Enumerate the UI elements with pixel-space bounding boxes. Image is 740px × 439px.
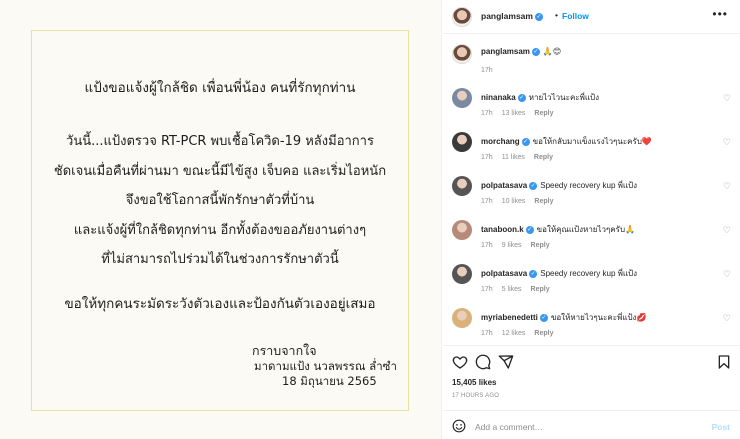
reply-button[interactable]: Reply xyxy=(534,330,553,337)
comment-text: ขอให้คุณแป้งหายไวๆครับ🙏 xyxy=(536,225,635,234)
reply-button[interactable]: Reply xyxy=(534,110,553,117)
action-bar xyxy=(443,345,740,375)
author-username-text[interactable]: panglamsam xyxy=(481,11,533,21)
comment-avatar[interactable] xyxy=(452,308,472,328)
add-comment-bar: Add a comment… Post xyxy=(443,410,740,439)
caption-meta: 17h xyxy=(481,67,502,74)
comment-meta: 17h 11 likes Reply xyxy=(481,154,562,161)
comment-likes[interactable]: 10 likes xyxy=(502,198,526,205)
comment-text: ขอให้กลับมาแข็งแรงไวๆนะครับ❤️ xyxy=(532,137,652,146)
comment-like-heart-icon[interactable]: ♡ xyxy=(723,181,731,192)
comment-likes[interactable]: 9 likes xyxy=(502,242,522,249)
post-panel: panglamsam ✓ • Follow ••• panglamsam ✓ 🙏😊 1… xyxy=(443,0,740,439)
comment-text: ขอให้หายไวๆนะคะพี่แป้ง💋 xyxy=(550,313,647,322)
comment-username[interactable]: polpatasava xyxy=(481,269,527,278)
announcement-letter: แป้งขอแจ้งผู้ใกล้ชิด เพื่อนพี่น้อง คนที่… xyxy=(31,30,409,411)
caption-avatar[interactable] xyxy=(452,44,472,64)
bookmark-save-icon[interactable] xyxy=(716,354,732,370)
letter-line-1: แป้งขอแจ้งผู้ใกล้ชิด เพื่อนพี่น้อง คนที่… xyxy=(84,80,356,96)
verified-badge-icon: ✓ xyxy=(521,137,530,146)
reply-button[interactable]: Reply xyxy=(534,198,553,205)
header-separator: • xyxy=(555,10,558,20)
comment-text: Speedy recovery kup พี่แป้ง xyxy=(540,269,638,278)
verified-badge-icon: ✓ xyxy=(529,269,538,278)
comment-avatar[interactable] xyxy=(452,176,472,196)
post-header: panglamsam ✓ • Follow ••• xyxy=(443,0,740,34)
verified-badge-icon: ✓ xyxy=(539,313,548,322)
comment-time: 17h xyxy=(481,110,493,117)
letter-line-5: และแจ้งผู้ที่ใกล้ชิดทุกท่าน อีกทั้งต้องข… xyxy=(73,223,367,238)
reply-button[interactable]: Reply xyxy=(531,242,550,249)
comment-avatar[interactable] xyxy=(452,88,472,108)
comment-time: 17h xyxy=(481,198,493,205)
comment-body: polpatasava ✓ Speedy recovery kup พี่แป้ง xyxy=(481,267,637,280)
follow-button[interactable]: Follow xyxy=(562,11,589,21)
verified-badge-icon: ✓ xyxy=(517,93,526,102)
comment-meta: 17h 12 likes Reply xyxy=(481,330,562,337)
comment-meta: 17h 10 likes Reply xyxy=(481,198,562,205)
caption-username[interactable]: panglamsam ✓ 🙏😊 xyxy=(481,47,561,56)
like-heart-icon[interactable] xyxy=(452,354,468,370)
caption-text: 🙏😊 xyxy=(542,47,562,56)
comment-username[interactable]: ninanaka xyxy=(481,93,516,102)
comment-like-heart-icon[interactable]: ♡ xyxy=(723,93,731,104)
comment-avatar[interactable] xyxy=(452,220,472,240)
comment-like-heart-icon[interactable]: ♡ xyxy=(723,313,731,324)
likes-count[interactable]: 15,405 likes xyxy=(452,378,496,387)
caption-username-text[interactable]: panglamsam xyxy=(481,47,530,56)
post-timestamp: 17 HOURS AGO xyxy=(452,393,500,399)
post-comment-button[interactable]: Post xyxy=(712,422,730,432)
comment-like-heart-icon[interactable]: ♡ xyxy=(723,137,731,148)
comment-likes[interactable]: 5 likes xyxy=(502,286,522,293)
comment-username[interactable]: morchang xyxy=(481,137,520,146)
verified-badge-icon: ✓ xyxy=(529,181,538,190)
comment-likes[interactable]: 12 likes xyxy=(502,330,526,337)
verified-badge-icon: ✓ xyxy=(534,12,543,21)
verified-badge-icon: ✓ xyxy=(525,225,534,234)
comment-text: Speedy recovery kup พี่แป้ง xyxy=(540,181,638,190)
comment-time: 17h xyxy=(481,330,493,337)
verified-badge-icon: ✓ xyxy=(531,47,540,56)
letter-line-2: วันนี้...แป้งตรวจ RT-PCR พบเชื้อโควิด-19… xyxy=(66,134,374,149)
comment-avatar[interactable] xyxy=(452,264,472,284)
comment-body: tanaboon.k ✓ ขอให้คุณแป้งหายไวๆครับ🙏 xyxy=(481,223,635,236)
comment-likes[interactable]: 13 likes xyxy=(502,110,526,117)
comment-meta: 17h 13 likes Reply xyxy=(481,110,562,117)
letter-line-3: ชัดเจนเมื่อคืนที่ผ่านมา ขณะนี้มีไข้สูง เ… xyxy=(53,164,387,179)
author-avatar[interactable] xyxy=(452,7,472,27)
comment-meta: 17h 5 likes Reply xyxy=(481,286,559,293)
comment-time: 17h xyxy=(481,242,493,249)
comment-like-heart-icon[interactable]: ♡ xyxy=(723,269,731,280)
comment-username[interactable]: tanaboon.k xyxy=(481,225,524,234)
comment-likes[interactable]: 11 likes xyxy=(502,154,525,161)
caption-time: 17h xyxy=(481,67,493,74)
letter-line-4: จึงขอใช้โอกาสนี้พักรักษาตัวที่บ้าน xyxy=(125,193,315,208)
share-send-icon[interactable] xyxy=(498,354,514,370)
add-comment-input[interactable]: Add a comment… xyxy=(475,422,543,432)
comment-bubble-icon[interactable] xyxy=(475,354,491,370)
comment-username[interactable]: polpatasava xyxy=(481,181,527,190)
comment-body: morchang ✓ ขอให้กลับมาแข็งแรงไวๆนะครับ❤️ xyxy=(481,135,652,148)
comment-body: polpatasava ✓ Speedy recovery kup พี่แป้ง xyxy=(481,179,637,192)
comment-time: 17h xyxy=(481,154,493,161)
comment-time: 17h xyxy=(481,286,493,293)
reply-button[interactable]: Reply xyxy=(531,286,550,293)
more-options-icon[interactable]: ••• xyxy=(712,7,728,21)
comment-meta: 17h 9 likes Reply xyxy=(481,242,559,249)
letter-line-7: ขอให้ทุกคนระมัดระวังตัวเองและป้องกันตัวเ… xyxy=(64,296,376,312)
emoji-smiley-icon[interactable] xyxy=(452,419,466,433)
comment-body: myriabenedetti ✓ ขอให้หายไวๆนะคะพี่แป้ง💋 xyxy=(481,311,646,324)
comment-like-heart-icon[interactable]: ♡ xyxy=(723,225,731,236)
post-image[interactable]: แป้งขอแจ้งผู้ใกล้ชิด เพื่อนพี่น้อง คนที่… xyxy=(0,0,442,439)
letter-line-6: ที่ไม่สามารถไปร่วมได้ในช่วงการรักษาตัวนี… xyxy=(101,252,339,267)
comment-body: ninanaka ✓ หายไวไวนะคะพี่แป้ง xyxy=(481,91,599,104)
reply-button[interactable]: Reply xyxy=(534,154,553,161)
comment-text: หายไวไวนะคะพี่แป้ง xyxy=(528,93,599,102)
letter-date: 18 มิถุนายน 2565 xyxy=(282,374,377,388)
comment-username[interactable]: myriabenedetti xyxy=(481,313,538,322)
author-username[interactable]: panglamsam ✓ xyxy=(481,11,543,21)
comment-avatar[interactable] xyxy=(452,132,472,152)
